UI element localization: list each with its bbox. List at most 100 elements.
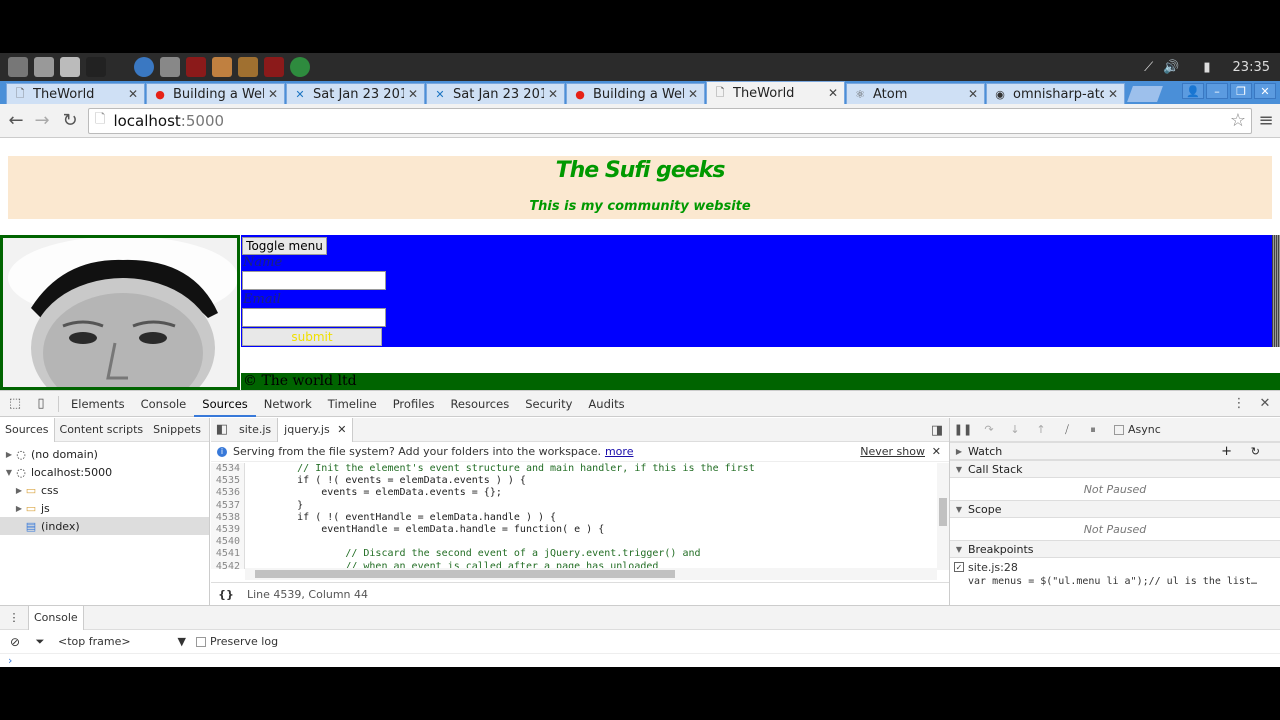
code-line[interactable]: 4534 // Init the element's event structu… — [211, 463, 937, 476]
close-tab-icon[interactable]: ✕ — [268, 87, 278, 101]
toggle-debugger-icon[interactable]: ◨ — [925, 418, 949, 442]
tree-js-folder[interactable]: ▶ ▭ js — [0, 499, 209, 517]
breakpoint-item[interactable]: ✓ site.js:28 — [950, 558, 1280, 576]
editor-tab-jquery-js[interactable]: jquery.js ✕ — [277, 417, 354, 442]
email-input[interactable] — [242, 308, 386, 327]
close-infobar-icon[interactable]: ✕ — [932, 445, 941, 458]
subtab-sources[interactable]: Sources — [0, 417, 55, 442]
close-tab-icon[interactable]: ✕ — [968, 87, 978, 101]
network-icon[interactable]: ⟋ — [1144, 60, 1153, 75]
new-tab-button[interactable] — [1127, 86, 1163, 102]
browser-tab[interactable]: ◉ omnisharp-atom ✕ — [986, 83, 1125, 104]
tree-no-domain[interactable]: ▶ ◌ (no domain) — [0, 445, 209, 463]
device-mode-icon[interactable]: ▯ — [28, 391, 54, 417]
inspect-icon[interactable]: ⬚ — [2, 391, 28, 417]
minimize-icon[interactable]: – — [1206, 83, 1228, 99]
filter-icon[interactable]: ⏷ — [30, 635, 50, 649]
browser-tab[interactable]: ⚛ Atom ✕ — [846, 83, 985, 104]
drawer-menu-icon[interactable]: ⋮ — [0, 611, 28, 624]
forward-arrow-icon[interactable]: → — [32, 110, 52, 131]
call-stack-section-header[interactable]: ▼ Call Stack — [950, 460, 1280, 478]
name-input[interactable] — [242, 271, 386, 290]
devtools-tab-network[interactable]: Network — [256, 391, 320, 417]
address-bar[interactable]: 🗋 localhost:5000 — [88, 108, 1252, 134]
battery-icon[interactable]: ▮ — [1203, 60, 1210, 75]
window-icon[interactable] — [34, 57, 54, 77]
tools-icon[interactable] — [8, 57, 28, 77]
tree-localhost[interactable]: ▼ ◌ localhost:5000 — [0, 463, 209, 481]
line-number[interactable]: 4535 — [211, 475, 245, 488]
close-devtools-icon[interactable]: ✕ — [1252, 391, 1278, 417]
step-over-icon[interactable]: ↷ — [976, 423, 1002, 436]
browser-tab[interactable]: ● Building a Web ✕ — [146, 83, 285, 104]
editor-tab-site-js[interactable]: site.js — [233, 418, 277, 442]
editor-horizontal-scrollbar[interactable] — [245, 568, 937, 580]
reload-icon[interactable]: ↻ — [60, 110, 80, 131]
async-checkbox[interactable] — [1114, 424, 1124, 435]
close-tab-icon[interactable]: ✕ — [548, 87, 558, 101]
line-number[interactable]: 4538 — [211, 511, 245, 524]
devtools-tab-audits[interactable]: Audits — [580, 391, 632, 417]
breakpoint-checkbox[interactable]: ✓ — [954, 562, 964, 572]
notes-icon[interactable] — [60, 57, 80, 77]
devtools-tab-console[interactable]: Console — [133, 391, 195, 417]
devtools-tab-resources[interactable]: Resources — [442, 391, 517, 417]
bookmark-star-icon[interactable]: ☆ — [1228, 110, 1248, 131]
more-options-icon[interactable]: ⋮ — [1226, 391, 1252, 417]
close-window-icon[interactable]: ✕ — [1254, 83, 1276, 99]
devtools-tab-timeline[interactable]: Timeline — [320, 391, 385, 417]
browser-tab[interactable]: ✕ Sat Jan 23 2016 ✕ — [426, 83, 565, 104]
scroll-thumb[interactable] — [939, 498, 947, 526]
browser-tab[interactable]: 🗋 TheWorld ✕ — [6, 83, 145, 104]
devtools-tab-security[interactable]: Security — [517, 391, 580, 417]
code-view[interactable]: 4534 // Init the element's event structu… — [211, 463, 937, 569]
scroll-thumb[interactable] — [255, 570, 675, 578]
preserve-log-checkbox[interactable] — [196, 636, 206, 647]
home-icon[interactable] — [212, 57, 232, 77]
browser-tab[interactable]: 🗋 TheWorld ✕ — [706, 81, 845, 104]
refresh-icon[interactable]: ↻ — [1251, 445, 1260, 458]
blank-icon[interactable] — [160, 57, 180, 77]
deactivate-breakpoints-icon[interactable]: ⧸ — [1054, 423, 1080, 437]
tree-css-folder[interactable]: ▶ ▭ css — [0, 481, 209, 499]
code-line[interactable]: 4538 if ( !( eventHandle = elemData.hand… — [211, 511, 937, 524]
restore-icon[interactable]: ❐ — [1230, 83, 1252, 99]
close-tab-icon[interactable]: ✕ — [128, 87, 138, 101]
profile-icon[interactable]: 👤 — [1182, 83, 1204, 99]
toggle-navigator-icon[interactable]: ◧ — [211, 417, 233, 443]
line-number[interactable]: 4542 — [211, 560, 245, 569]
pause-icon[interactable]: ❚❚ — [950, 423, 976, 436]
line-number[interactable]: 4536 — [211, 487, 245, 500]
page-scrollbar[interactable] — [1272, 235, 1280, 347]
subtab-snippets[interactable]: Snippets — [148, 418, 206, 442]
line-number[interactable]: 4534 — [211, 463, 245, 476]
devtools-tab-sources[interactable]: Sources — [194, 391, 256, 417]
line-number[interactable]: 4537 — [211, 499, 245, 512]
line-number[interactable]: 4541 — [211, 548, 245, 561]
code-line[interactable]: 4540 — [211, 536, 937, 549]
pause-on-exceptions-icon[interactable]: ⏸ — [1080, 423, 1106, 437]
drawer-tab-console[interactable]: Console — [28, 605, 84, 630]
close-tab-icon[interactable]: ✕ — [337, 423, 346, 436]
clear-console-icon[interactable]: ⊘ — [0, 635, 30, 649]
devtools-tab-profiles[interactable]: Profiles — [385, 391, 443, 417]
line-number[interactable]: 4539 — [211, 523, 245, 537]
subtab-content-scripts[interactable]: Content scripts — [55, 418, 149, 442]
media-icon[interactable] — [186, 57, 206, 77]
never-show-link[interactable]: Never show — [860, 445, 925, 458]
code-line[interactable]: 4535 if ( !( events = elemData.events ) … — [211, 475, 937, 488]
tree-index-file[interactable]: ▤ (index) — [0, 517, 209, 535]
volume-icon[interactable]: 🔊 — [1163, 60, 1179, 75]
browser-tab[interactable]: ● Building a Web ✕ — [566, 83, 705, 104]
package-icon[interactable] — [238, 57, 258, 77]
chrome-icon[interactable] — [134, 57, 154, 77]
line-number[interactable]: 4540 — [211, 536, 245, 549]
infobar-more-link[interactable]: more — [605, 445, 634, 458]
browser-tab[interactable]: ✕ Sat Jan 23 2016 ✕ — [286, 83, 425, 104]
scope-section-header[interactable]: ▼ Scope — [950, 500, 1280, 518]
close-tab-icon[interactable]: ✕ — [828, 86, 838, 100]
frame-select[interactable]: <top frame> ▼ — [58, 635, 186, 648]
close-tab-icon[interactable]: ✕ — [688, 87, 698, 101]
terminal-icon[interactable] — [86, 57, 106, 77]
close-tab-icon[interactable]: ✕ — [1108, 87, 1118, 101]
